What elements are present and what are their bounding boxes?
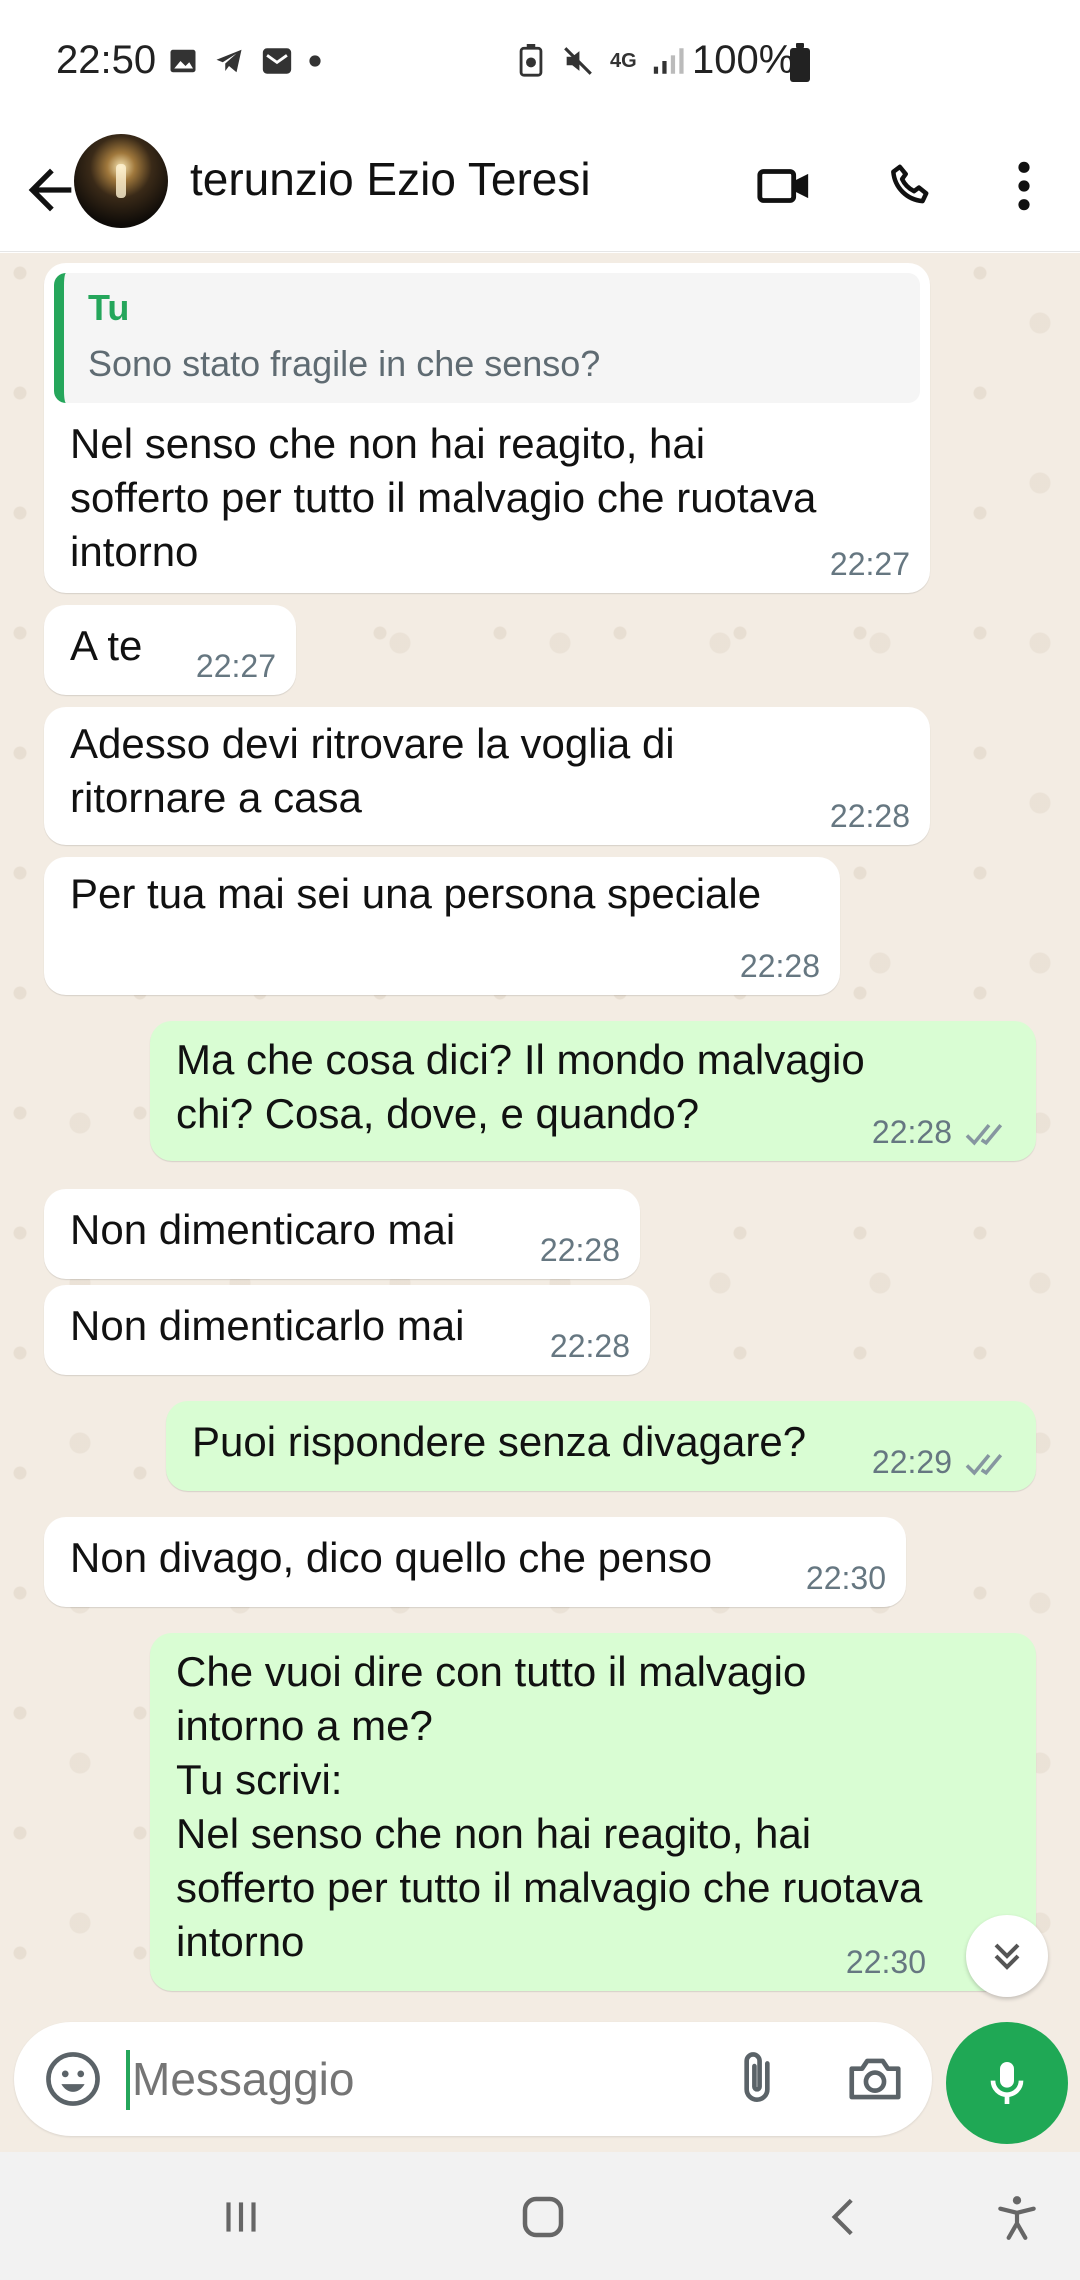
battery-icon	[790, 43, 810, 82]
attach-button[interactable]	[726, 2048, 788, 2110]
message-time: 22:30	[845, 1944, 926, 1980]
message-time: 22:28	[871, 1114, 952, 1150]
voice-message-button[interactable]	[946, 2022, 1068, 2144]
message-text: Puoi rispondere senza divagare?	[192, 1418, 807, 1465]
message-time: 22:27	[195, 648, 276, 684]
phone-icon	[891, 164, 929, 204]
message-text: A te	[70, 622, 143, 669]
message-text: Adesso devi ritrovare la voglia di ritor…	[70, 720, 675, 821]
message-composer	[0, 2008, 1080, 2152]
network-type-label: 4G	[610, 49, 637, 72]
message-time: 22:28	[739, 948, 820, 984]
recent-apps-button[interactable]	[206, 2182, 276, 2252]
chat-header: terunzio Ezio Teresi	[0, 128, 1080, 252]
message-time: 22:29	[871, 1444, 952, 1480]
system-back-button[interactable]	[810, 2182, 880, 2252]
battery-percentage: 100%	[692, 38, 795, 82]
back-button[interactable]	[18, 158, 82, 222]
quote-text: Sono stato fragile in che senso?	[88, 343, 601, 384]
message-bubble-incoming[interactable]: Non dimenticarlo mai 22:28	[44, 1285, 650, 1375]
battery-saver-icon	[519, 44, 543, 77]
accessibility-icon	[998, 2196, 1036, 2240]
video-camera-icon	[757, 169, 809, 203]
message-time: 22:28	[829, 798, 910, 834]
accessibility-button[interactable]	[982, 2182, 1052, 2252]
message-list[interactable]: Tu Sono stato fragile in che senso? Nel …	[0, 253, 1080, 2008]
message-text: Che vuoi dire con tutto il malvagio into…	[176, 1648, 923, 1965]
voice-call-button[interactable]	[880, 154, 944, 218]
message-bubble-incoming[interactable]: A te 22:27	[44, 605, 296, 695]
message-text: Nel senso che non hai reagito, hai soffe…	[70, 420, 817, 575]
mute-icon	[564, 47, 592, 75]
paperclip-icon	[744, 2052, 770, 2102]
message-time: 22:28	[539, 1232, 620, 1268]
message-text: Non dimenticarlo mai	[70, 1302, 465, 1349]
contact-avatar[interactable]	[74, 134, 168, 228]
message-time: 22:28	[549, 1328, 630, 1364]
message-bubble-outgoing[interactable]: Ma che cosa dici? Il mondo malvagio chi?…	[150, 1021, 1036, 1161]
status-time: 22:50	[56, 38, 157, 82]
emoji-icon	[46, 2052, 100, 2106]
message-text: Non dimenticaro mai	[70, 1206, 456, 1253]
message-time: 22:27	[829, 546, 910, 582]
chevron-left-icon	[831, 2198, 853, 2236]
message-input[interactable]	[132, 2048, 692, 2110]
message-time: 22:30	[805, 1560, 886, 1596]
signal-strength-icon	[653, 48, 684, 74]
message-bubble-outgoing[interactable]: Che vuoi dire con tutto il malvagio into…	[150, 1633, 1036, 1991]
message-bubble-incoming[interactable]: Tu Sono stato fragile in che senso? Nel …	[44, 263, 930, 593]
mail-notification-icon	[262, 48, 292, 74]
text-cursor	[126, 2050, 130, 2110]
double-chevron-down-icon	[994, 1943, 1020, 1970]
emoji-button[interactable]	[42, 2048, 104, 2110]
camera-button[interactable]	[844, 2048, 906, 2110]
telegram-notification-icon	[216, 49, 242, 73]
contact-name[interactable]: terunzio Ezio Teresi	[190, 152, 591, 206]
camera-icon	[849, 2058, 901, 2100]
message-bubble-incoming[interactable]: Per tua mai sei una persona speciale 22:…	[44, 857, 840, 995]
system-navigation-bar	[0, 2152, 1080, 2280]
more-options-button[interactable]	[992, 154, 1056, 218]
message-bubble-outgoing[interactable]: Puoi rispondere senza divagare? 22:29	[166, 1401, 1036, 1491]
arrow-left-icon	[28, 168, 72, 212]
system-icons: 4G	[516, 44, 685, 78]
video-call-button[interactable]	[752, 154, 816, 218]
message-bubble-incoming[interactable]: Non dimenticaro mai 22:28	[44, 1189, 640, 1279]
message-bubble-incoming[interactable]: Adesso devi ritrovare la voglia di ritor…	[44, 707, 930, 845]
message-text: Per tua mai sei una persona speciale	[70, 870, 762, 917]
recent-apps-icon	[226, 2202, 256, 2232]
scroll-to-bottom-button[interactable]	[966, 1915, 1048, 1997]
read-receipt-icon	[965, 1454, 1003, 1476]
more-notifications-dot-icon	[309, 55, 321, 67]
quote-author: Tu	[88, 287, 130, 328]
home-icon	[522, 2196, 564, 2238]
message-bubble-incoming[interactable]: Non divago, dico quello che penso 22:30	[44, 1517, 906, 1607]
gallery-notification-icon	[170, 49, 196, 73]
message-input-container[interactable]	[14, 2022, 932, 2136]
more-vertical-icon	[1018, 161, 1030, 211]
read-receipt-icon	[965, 1124, 1003, 1146]
notification-icons	[168, 44, 322, 78]
message-text: Ma che cosa dici? Il mondo malvagio chi?…	[176, 1036, 865, 1137]
microphone-icon	[990, 2062, 1024, 2104]
status-bar: 22:50 4G 100%	[0, 0, 1080, 128]
message-text: Non divago, dico quello che penso	[70, 1534, 713, 1581]
home-button[interactable]	[508, 2182, 578, 2252]
quoted-message[interactable]: Tu Sono stato fragile in che senso?	[54, 273, 920, 403]
